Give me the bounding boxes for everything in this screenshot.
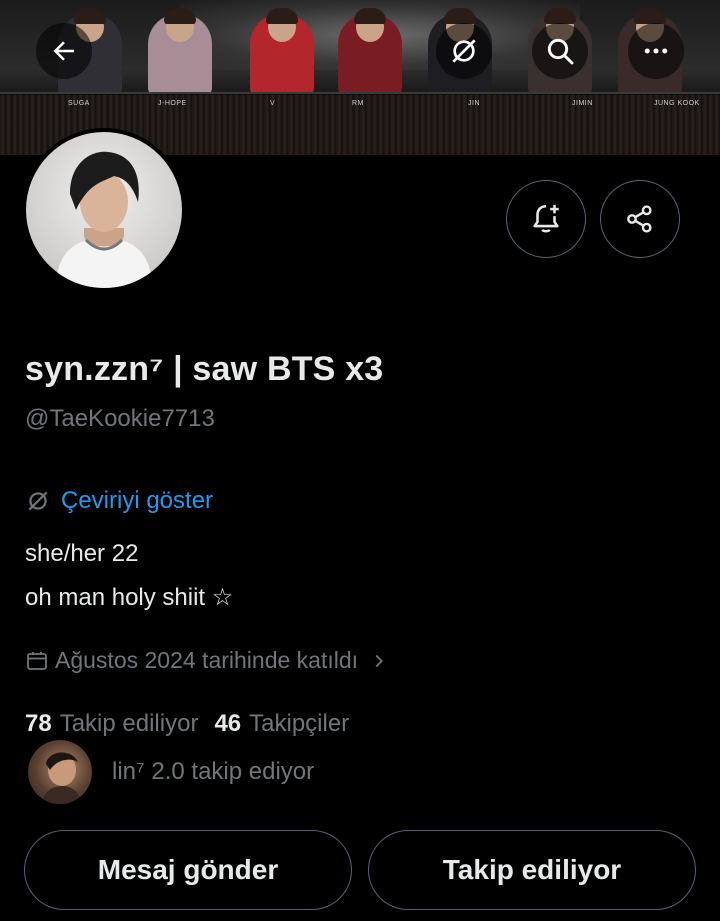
translate-toggle-button[interactable] [436, 23, 492, 79]
follow-stats: 78 Takip ediliyor 46 Takipçiler [25, 710, 349, 738]
following-stat[interactable]: 78 Takip ediliyor [25, 710, 198, 738]
followers-count: 46 [214, 710, 242, 737]
following-button[interactable]: Takip ediliyor [368, 830, 696, 910]
bio-line: oh man holy shiit ☆ [25, 584, 234, 611]
join-date-text: Ağustos 2024 tarihinde katıldı [55, 647, 359, 673]
search-button[interactable] [532, 23, 588, 79]
banner-person [148, 8, 212, 96]
search-icon [547, 38, 574, 65]
profile-avatar[interactable] [22, 128, 186, 292]
share-button[interactable] [600, 180, 680, 258]
mutual-follower-avatar [28, 740, 92, 804]
join-date-row[interactable]: Ağustos 2024 tarihinde katıldı [25, 647, 390, 674]
following-count: 78 [25, 710, 52, 737]
banner-nametag: V [270, 100, 276, 107]
more-horizontal-icon [644, 48, 668, 54]
banner-nametag: RM [352, 100, 364, 107]
banner-person [250, 8, 314, 96]
banner-nametag: JIN [468, 100, 480, 107]
arrow-left-icon [53, 41, 74, 61]
username-handle: @TaeKookie7713 [25, 405, 215, 432]
banner-nametag: JUNG KOOK [654, 100, 700, 107]
bell-plus-icon [533, 204, 559, 233]
mutual-followers-row[interactable]: lin⁷ 2.0 takip ediyor [28, 740, 314, 804]
bio-line: she/her 22 [25, 540, 139, 567]
display-name: syn.zzn⁷ | saw BTS x3 [25, 350, 384, 388]
avatar-photo [56, 151, 152, 288]
translate-icon [452, 39, 476, 63]
banner-person [338, 8, 402, 96]
following-label: Takip ediliyor [59, 710, 199, 737]
back-button[interactable] [36, 23, 92, 79]
banner-nametag: J-HOPE [158, 100, 187, 107]
mutual-followers-text: lin⁷ 2.0 takip ediyor [112, 758, 315, 785]
notify-button[interactable] [506, 180, 586, 258]
send-message-button[interactable]: Mesaj gönder [24, 830, 352, 910]
banner-nametag: SUGA [68, 100, 90, 107]
show-translation-label: Çeviriyi göster [61, 487, 214, 514]
more-button[interactable] [628, 23, 684, 79]
show-translation-link[interactable]: Çeviriyi göster [25, 487, 213, 515]
share-icon [627, 205, 652, 233]
calendar-icon [27, 651, 47, 670]
chevron-right-icon [375, 654, 384, 667]
banner-nametag: JIMIN [572, 100, 593, 107]
followers-label: Takipçiler [249, 710, 350, 737]
followers-stat[interactable]: 46 Takipçiler [214, 710, 349, 738]
translate-icon [28, 491, 48, 511]
